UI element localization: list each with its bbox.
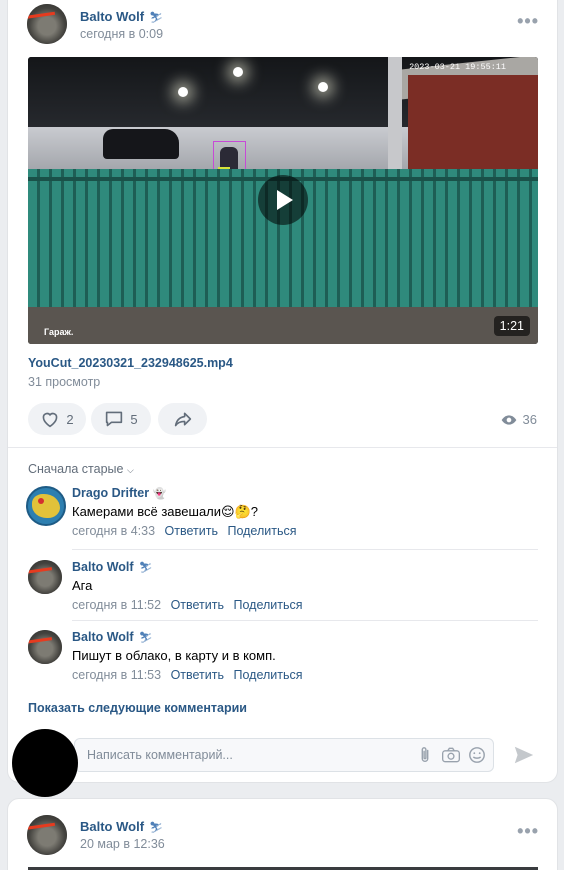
skier-icon: ⛷ [138, 562, 153, 574]
skier-icon: ⛷ [149, 822, 163, 834]
post-author[interactable]: Balto Wolf ⛷ [80, 819, 163, 834]
share-comment-button[interactable]: Поделиться [233, 598, 302, 612]
heart-icon [43, 412, 58, 428]
post-author[interactable]: Balto Wolf ⛷ [80, 9, 163, 24]
reply-button[interactable]: Ответить [165, 524, 218, 538]
share-comment-button[interactable]: Поделиться [233, 668, 302, 682]
comment-time[interactable]: сегодня в 11:52 [72, 598, 161, 612]
skier-icon: ⛷ [138, 632, 153, 644]
eye-icon [501, 414, 516, 425]
comment-meta: сегодня в 11:53 Ответить Поделиться [72, 668, 309, 682]
video-views: 31 просмотр [28, 375, 101, 389]
dragon-eye [38, 498, 44, 504]
video-pole [388, 57, 402, 177]
paperclip-icon[interactable] [415, 745, 435, 765]
play-button[interactable] [258, 175, 308, 225]
comment-meta: сегодня в 11:52 Ответить Поделиться [72, 598, 309, 612]
reply-button[interactable]: Ответить [171, 598, 224, 612]
reply-button[interactable]: Ответить [171, 668, 224, 682]
chevron-down-icon: ⌵ [126, 465, 134, 475]
like-count: 2 [66, 411, 74, 427]
comment-text: Камерами всё завешали😌🤔? [72, 504, 258, 520]
comment-author-name[interactable]: Balto Wolf [72, 630, 134, 644]
sort-label: Сначала старые [28, 462, 124, 476]
comment-author-name[interactable]: Balto Wolf [72, 560, 134, 574]
more-icon[interactable]: ••• [517, 821, 539, 842]
dog-avatar-image [28, 630, 62, 664]
dog-avatar-image [27, 815, 67, 855]
author-avatar[interactable] [27, 815, 67, 855]
comment-time[interactable]: сегодня в 11:53 [72, 668, 161, 682]
thinking-emoji-icon: 🤔 [234, 504, 251, 519]
relieved-emoji-icon: 😌 [221, 504, 235, 519]
lamp-light [178, 87, 188, 97]
video-duration: 1:21 [493, 316, 530, 336]
author-avatar[interactable] [27, 4, 67, 44]
ghost-emoji-icon: 👻 [152, 488, 167, 500]
like-button[interactable]: 2 [28, 403, 86, 435]
dragon-avatar-image [32, 494, 60, 518]
post-author-name[interactable]: Balto Wolf [80, 9, 144, 24]
more-icon[interactable]: ••• [517, 11, 539, 32]
avatar-blackout [12, 729, 78, 797]
share-comment-button[interactable]: Поделиться [227, 524, 296, 538]
views-counter: 36 [501, 412, 537, 427]
comment-count: 5 [130, 411, 138, 427]
sort-dropdown[interactable]: Сначала старые ⌵ [28, 462, 134, 476]
video-car [103, 129, 179, 159]
share-button[interactable] [158, 403, 207, 435]
comment-input[interactable]: Написать комментарий... [74, 738, 494, 772]
divider [8, 447, 557, 448]
camera-icon[interactable] [441, 745, 461, 765]
post-card: Balto Wolf ⛷ 20 мар в 12:36 ••• [7, 798, 558, 870]
comment-author[interactable]: Balto Wolf ⛷ [72, 560, 153, 574]
comment-text-main: Камерами всё завешали [72, 504, 222, 519]
camera-label: Гараж. [44, 327, 74, 337]
comment-time[interactable]: сегодня в 4:33 [72, 524, 155, 538]
dog-avatar-image [27, 4, 67, 44]
video-ground [28, 307, 538, 344]
post-author-name[interactable]: Balto Wolf [80, 819, 144, 834]
video-player[interactable]: 2023-03-21 19:55:11 Гараж. 1:21 [28, 57, 538, 344]
post-time[interactable]: 20 мар в 12:36 [80, 837, 165, 851]
lamp-light [318, 82, 328, 92]
comment-button[interactable]: 5 [91, 403, 151, 435]
comment-divider [72, 549, 538, 550]
commenter-avatar[interactable] [26, 486, 66, 526]
commenter-avatar[interactable] [28, 630, 62, 664]
show-more-comments[interactable]: Показать следующие комментарии [28, 701, 247, 715]
skier-icon: ⛷ [149, 12, 163, 24]
comment-author[interactable]: Balto Wolf ⛷ [72, 630, 153, 644]
comment-divider [72, 620, 538, 621]
video-timestamp: 2023-03-21 19:55:11 [409, 62, 506, 72]
play-icon [277, 190, 293, 210]
share-icon [174, 412, 191, 427]
dog-avatar-image [28, 560, 62, 594]
commenter-avatar[interactable] [28, 560, 62, 594]
comment-author[interactable]: Drago Drifter 👻 [72, 486, 166, 500]
video-file-name[interactable]: YouCut_20230321_232948625.mp4 [28, 356, 233, 370]
comment-icon [106, 411, 123, 427]
send-icon[interactable] [513, 744, 535, 766]
comment-meta: сегодня в 4:33 Ответить Поделиться [72, 524, 302, 538]
post-card: Balto Wolf ⛷ сегодня в 0:09 ••• 2023-03-2… [7, 0, 558, 783]
comment-input-placeholder: Написать комментарий... [87, 748, 233, 762]
lamp-light [233, 67, 243, 77]
comment-author-name[interactable]: Drago Drifter [72, 486, 149, 500]
smile-icon[interactable] [467, 745, 487, 765]
comment-text-suffix: ? [250, 504, 259, 519]
views-count: 36 [522, 412, 537, 427]
comment-text: Ага [72, 578, 93, 593]
post-time[interactable]: сегодня в 0:09 [80, 27, 163, 41]
comment-text: Пишут в облако, в карту и в комп. [72, 648, 276, 663]
